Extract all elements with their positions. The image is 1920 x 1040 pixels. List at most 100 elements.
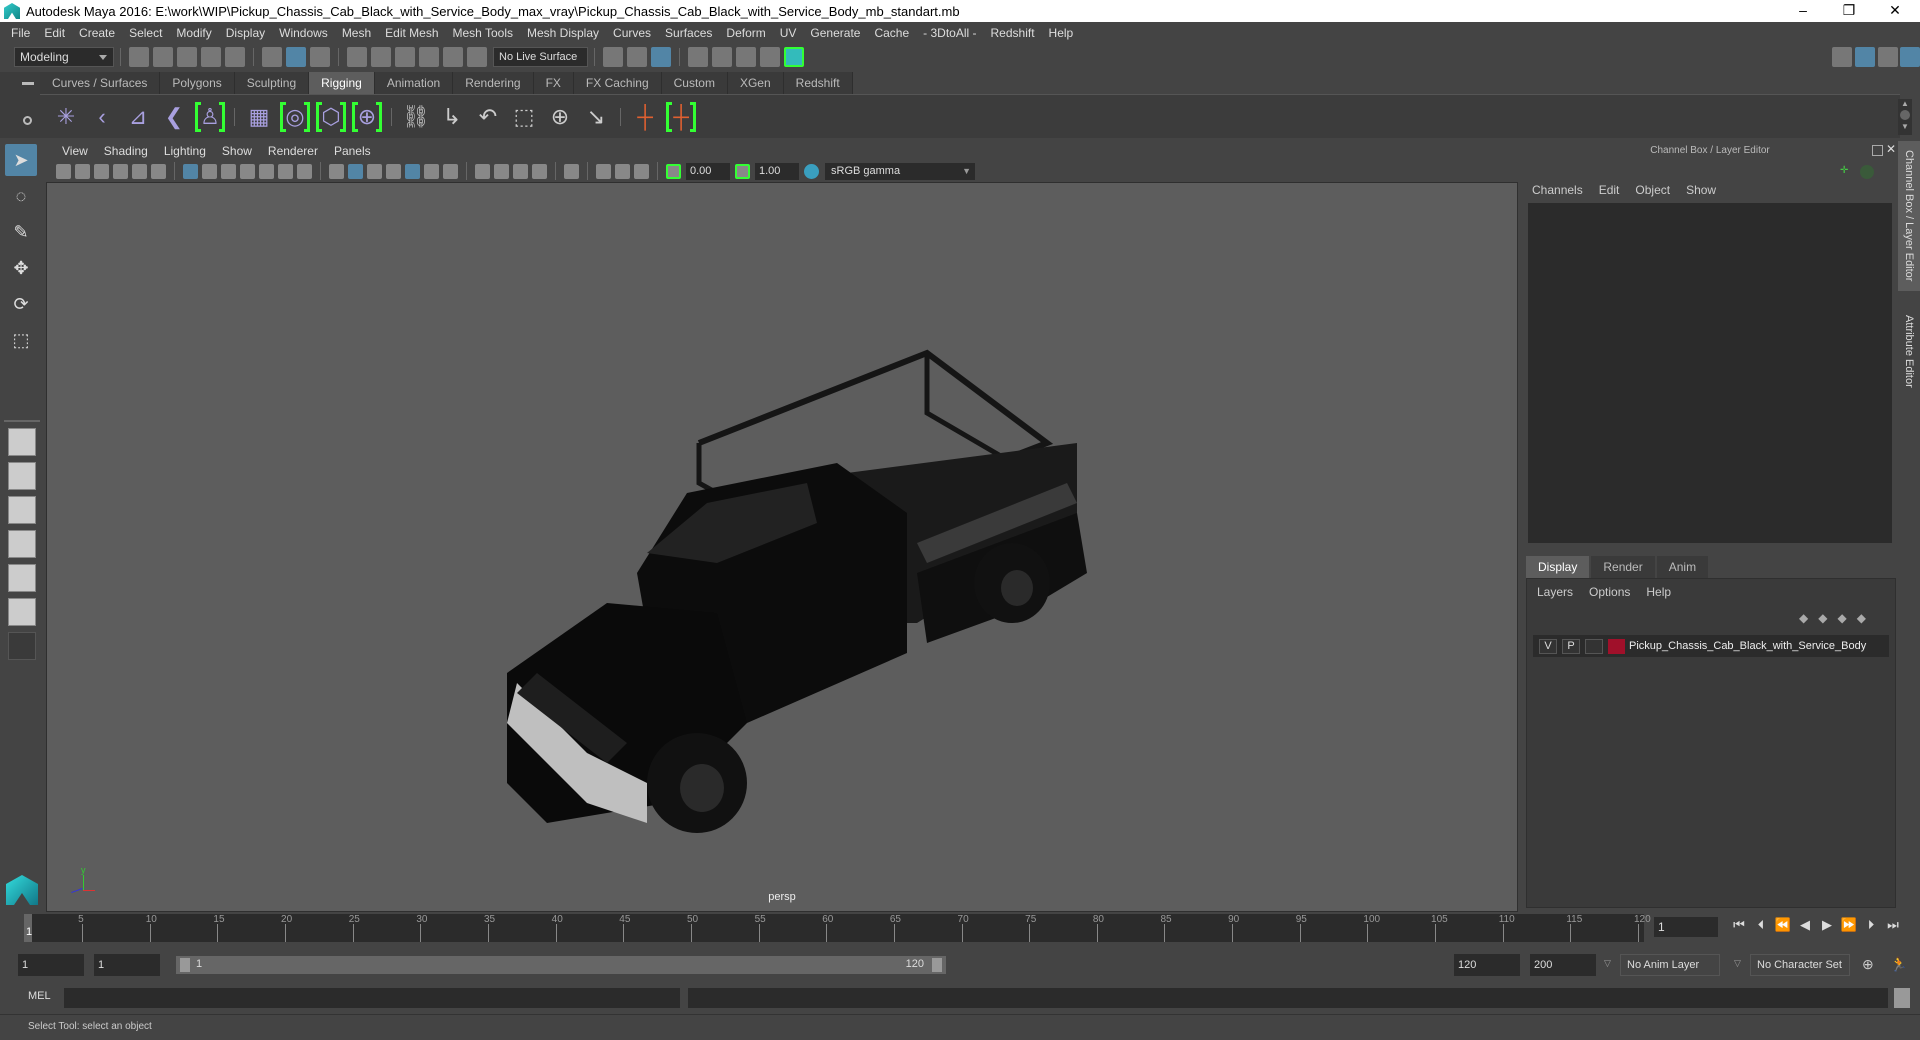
isolate-select-icon[interactable] — [564, 163, 579, 179]
menu-display[interactable]: Display — [219, 26, 272, 40]
scale-constraint-icon[interactable]: ⬚ — [509, 102, 539, 132]
channel-box-toggle-icon[interactable] — [1855, 47, 1875, 67]
channel-box-menu-edit[interactable]: Edit — [1599, 183, 1620, 197]
anti-aliasing-icon[interactable] — [513, 163, 528, 179]
menu-3dtoall[interactable]: - 3DtoAll - — [916, 26, 983, 40]
layer-name[interactable]: Pickup_Chassis_Cab_Black_with_Service_Bo… — [1629, 640, 1866, 652]
shelf-tab-animation[interactable]: Animation — [374, 72, 454, 94]
layer-menu-layers[interactable]: Layers — [1537, 585, 1573, 599]
layer-display-type-toggle[interactable] — [1585, 638, 1603, 654]
bind-skin-icon[interactable]: ▦ — [244, 102, 274, 132]
shelf-tab-fx-caching[interactable]: FX Caching — [573, 72, 662, 94]
scroll-down-icon[interactable]: ▼ — [1898, 122, 1912, 131]
outliner-toggle-icon[interactable] — [1878, 47, 1898, 67]
snap-surface-icon[interactable] — [467, 47, 487, 67]
restore-button[interactable]: ❐ — [1826, 0, 1872, 22]
select-tool-icon[interactable]: ➤ — [5, 144, 37, 176]
hik-character-controls-icon[interactable]: ┼ — [666, 101, 696, 132]
ipr-render-icon[interactable] — [736, 47, 756, 67]
xray-components-icon[interactable] — [634, 163, 649, 179]
time-slider-bar[interactable]: 1 5 10 15 20 25 30 35 40 45 50 55 60 65 70 75 80 85 90 95 1… — [24, 914, 1651, 942]
aim-constraint-icon[interactable]: ⊕ — [545, 102, 575, 132]
close-button[interactable]: ✕ — [1872, 0, 1918, 22]
use-all-lights-icon[interactable] — [424, 163, 439, 179]
open-scene-icon[interactable] — [153, 47, 173, 67]
xray-joints-icon[interactable] — [615, 163, 630, 179]
move-tool-icon[interactable]: ✥ — [5, 252, 37, 284]
point-constraint-icon[interactable]: ↳ — [437, 102, 467, 132]
new-layer-selected-icon[interactable]: ◆ — [1857, 611, 1866, 625]
render-settings-icon[interactable] — [760, 47, 780, 67]
layer-menu-options[interactable]: Options — [1589, 585, 1630, 599]
grid-icon[interactable] — [183, 163, 198, 179]
channel-box-menu-show[interactable]: Show — [1686, 183, 1716, 197]
layer-menu-help[interactable]: Help — [1646, 585, 1671, 599]
menu-cache[interactable]: Cache — [867, 26, 916, 40]
auto-key-icon[interactable]: ⊕ — [1862, 956, 1874, 973]
view-transform-dropdown[interactable]: sRGB gamma — [825, 162, 975, 180]
hypershade-persp-layout-icon[interactable] — [8, 564, 36, 592]
wireframe-on-shaded-icon[interactable] — [386, 163, 401, 179]
layer-tab-anim[interactable]: Anim — [1656, 556, 1709, 578]
undo-icon[interactable] — [201, 47, 221, 67]
shelf-tab-curves-surfaces[interactable]: Curves / Surfaces — [40, 72, 161, 94]
gamma-icon[interactable] — [735, 163, 750, 179]
layer-playback-toggle[interactable]: P — [1562, 638, 1580, 654]
render-current-icon[interactable] — [712, 47, 732, 67]
shadows-icon[interactable] — [443, 163, 458, 179]
shelf-scroll[interactable]: ▲ ▼ — [1898, 99, 1912, 135]
ik-spline-icon[interactable]: ❮ — [159, 102, 189, 132]
field-chart-icon[interactable] — [259, 163, 274, 179]
construction-history-icon[interactable] — [651, 47, 671, 67]
perspective-viewport[interactable]: y persp — [46, 182, 1518, 912]
live-surface-field[interactable]: No Live Surface — [493, 47, 588, 67]
exposure-icon[interactable] — [666, 163, 681, 179]
select-component-icon[interactable] — [310, 47, 330, 67]
side-tab-channel-box[interactable]: Channel Box / Layer Editor — [1898, 141, 1920, 291]
scroll-handle[interactable] — [1900, 110, 1910, 120]
select-hierarchy-icon[interactable] — [262, 47, 282, 67]
menu-create[interactable]: Create — [72, 26, 122, 40]
play-backwards-icon[interactable]: ◀ — [1794, 917, 1816, 933]
layer-visibility-toggle[interactable]: V — [1539, 638, 1557, 654]
orient-constraint-icon[interactable]: ↶ — [473, 102, 503, 132]
default-material-icon[interactable] — [367, 163, 382, 179]
channel-box-area[interactable] — [1528, 203, 1892, 543]
menu-curves[interactable]: Curves — [606, 26, 658, 40]
truck-model[interactable] — [47, 183, 1519, 913]
command-language-label[interactable]: MEL — [28, 990, 51, 1002]
layout-options-button[interactable] — [8, 632, 36, 660]
shelf-tab-custom[interactable]: Custom — [661, 72, 728, 94]
character-set-dropdown[interactable]: No Character Set — [1750, 954, 1850, 976]
insert-joint-icon[interactable]: ‹ — [87, 102, 117, 132]
playback-start-field[interactable]: 1 — [94, 954, 160, 976]
safe-title-icon[interactable] — [297, 163, 312, 179]
shelf-tab-rendering[interactable]: Rendering — [453, 72, 534, 94]
color-management-toggle-icon[interactable] — [804, 163, 819, 179]
input-ops-icon[interactable] — [603, 47, 623, 67]
hypershade-icon[interactable] — [784, 47, 804, 67]
menu-help[interactable]: Help — [1042, 26, 1081, 40]
layer-color-swatch[interactable] — [1608, 638, 1625, 654]
scroll-up-icon[interactable]: ▲ — [1898, 99, 1912, 108]
step-forward-key-icon[interactable]: ⏩ — [1838, 917, 1860, 933]
exposure-field[interactable]: 0.00 — [686, 162, 730, 180]
menu-surfaces[interactable]: Surfaces — [658, 26, 719, 40]
grease-pencil-icon[interactable] — [151, 163, 166, 179]
layer-tab-render[interactable]: Render — [1591, 556, 1655, 578]
snap-view-plane-icon[interactable] — [419, 47, 439, 67]
manipulator-icon[interactable] — [1860, 165, 1874, 179]
animation-preferences-icon[interactable]: 🏃 — [1890, 956, 1907, 973]
layer-row[interactable]: V P Pickup_Chassis_Cab_Black_with_Servic… — [1533, 635, 1889, 657]
motion-blur-icon[interactable] — [494, 163, 509, 179]
snap-grid-icon[interactable] — [347, 47, 367, 67]
gate-mask-icon[interactable] — [240, 163, 255, 179]
side-tab-attribute-editor[interactable]: Attribute Editor — [1898, 301, 1920, 401]
four-view-layout-icon[interactable] — [8, 462, 36, 490]
play-forwards-icon[interactable]: ▶ — [1816, 917, 1838, 933]
select-object-icon[interactable] — [286, 47, 306, 67]
layer-tab-display[interactable]: Display — [1526, 556, 1590, 578]
command-input[interactable] — [64, 988, 680, 1008]
new-scene-icon[interactable] — [129, 47, 149, 67]
animation-start-field[interactable]: 1 — [18, 954, 84, 976]
